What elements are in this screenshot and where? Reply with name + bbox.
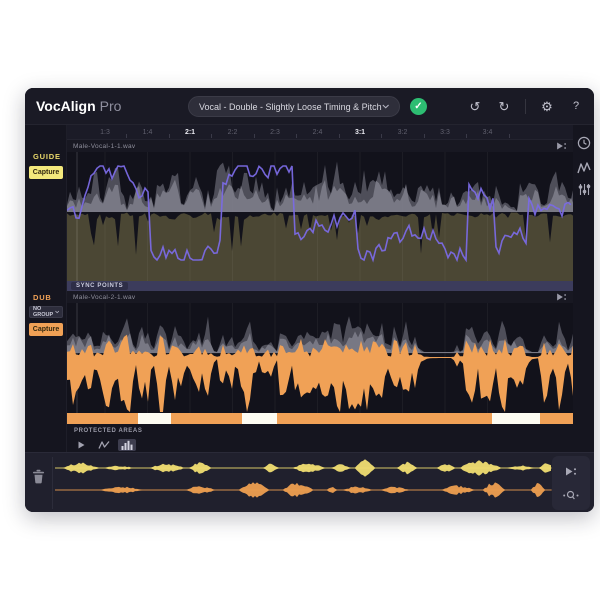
- dub-track-header: Male-Vocal-2-1.wav: [67, 291, 573, 303]
- ruler-tick: 3:2: [391, 129, 415, 136]
- ruler-tick-mark: [381, 134, 382, 138]
- overview-divider: [52, 457, 53, 509]
- guide-track-name: Male-Vocal-1-1.wav: [73, 143, 135, 150]
- warp-view-button[interactable]: [95, 439, 113, 451]
- overview-strip-dub[interactable]: [55, 480, 553, 500]
- preset-valid-check-icon: ✓: [410, 98, 427, 115]
- ruler-tick: 1:4: [136, 129, 160, 136]
- ruler-tick: 3:4: [476, 129, 500, 136]
- overview-strip-guide[interactable]: [55, 458, 553, 478]
- protected-segment[interactable]: [492, 413, 540, 424]
- ruler-tick-mark: [254, 134, 255, 138]
- clock-icon: [577, 136, 591, 150]
- protected-areas-label: PROTECTED AREAS: [74, 428, 142, 434]
- dub-group-value: NO GROUP: [33, 306, 55, 318]
- overview-controls: [552, 456, 590, 510]
- ruler-tick-mark: [126, 134, 127, 138]
- pitch-wave-icon: [577, 162, 591, 174]
- preset-dropdown-value: Vocal - Double - Slightly Loose Timing &…: [199, 102, 382, 112]
- redo-button[interactable]: ↻: [496, 100, 512, 113]
- dub-capture-button[interactable]: Capture: [29, 323, 63, 336]
- protected-areas-bar[interactable]: [67, 413, 573, 424]
- topbar-divider: [525, 99, 526, 114]
- ruler-tick: 3:1: [348, 129, 372, 136]
- help-button[interactable]: ?: [568, 101, 584, 112]
- ruler-tick: 2:3: [263, 129, 287, 136]
- ruler-tick-mark: [509, 134, 510, 138]
- preview-play-button[interactable]: [552, 459, 590, 483]
- app-logo-main: VocAlign: [36, 98, 96, 114]
- ruler-tick-mark: [339, 134, 340, 138]
- ruler-tick-mark: [211, 134, 212, 138]
- protected-segment[interactable]: [138, 413, 171, 424]
- ruler-tick: 3:3: [433, 129, 457, 136]
- guide-capture-button[interactable]: Capture: [29, 166, 63, 179]
- view-toolbar: [67, 438, 573, 452]
- preset-dropdown[interactable]: Vocal - Double - Slightly Loose Timing &…: [188, 96, 400, 117]
- ruler-tick-mark: [424, 134, 425, 138]
- ruler-tick: 2:2: [221, 129, 245, 136]
- magnifier-icon: [563, 490, 579, 501]
- dub-waveform[interactable]: [67, 303, 573, 413]
- zigzag-icon: [98, 440, 110, 450]
- ruler-tick-mark: [296, 134, 297, 138]
- ruler-tick: 2:4: [306, 129, 330, 136]
- bars-icon: [121, 440, 133, 450]
- dub-section-label: DUB: [33, 293, 52, 302]
- sliders-icon: [578, 183, 591, 196]
- play-from-cursor-icon[interactable]: [557, 293, 567, 301]
- timeline-ruler[interactable]: 1:3 1:4 2:1 2:2 2:3 2:4 3:1 3:2 3:3 3:4: [67, 125, 573, 140]
- play-protected-button[interactable]: [72, 439, 90, 451]
- dub-group-dropdown[interactable]: NO GROUP: [29, 306, 63, 318]
- chevron-down-icon: [55, 310, 59, 314]
- ruler-tick-mark: [466, 134, 467, 138]
- vocalign-window: VocAlignPro Vocal - Double - Slightly Lo…: [25, 88, 594, 512]
- play-icon: [78, 441, 85, 449]
- clock-tool-button[interactable]: [576, 135, 592, 151]
- settings-gear-button[interactable]: ⚙: [539, 100, 555, 113]
- app-logo-suffix: Pro: [100, 98, 122, 114]
- ruler-tick: 2:1: [178, 129, 202, 136]
- play-from-cursor-icon: [566, 467, 577, 476]
- play-from-cursor-icon[interactable]: [557, 142, 567, 150]
- ruler-tick: 1:3: [93, 129, 117, 136]
- tweak-tool-button[interactable]: [576, 181, 592, 197]
- overview-panel: [25, 452, 594, 512]
- delete-button[interactable]: [32, 467, 48, 485]
- dub-track-name: Male-Vocal-2-1.wav: [73, 294, 135, 301]
- ruler-tick-mark: [169, 134, 170, 138]
- protected-segment[interactable]: [242, 413, 277, 424]
- sync-points-label: SYNC POINTS: [71, 282, 128, 290]
- guide-track-header: Male-Vocal-1-1.wav: [67, 140, 573, 152]
- sync-points-bar[interactable]: SYNC POINTS: [67, 281, 573, 291]
- app-logo: VocAlignPro: [36, 88, 121, 125]
- guide-waveform[interactable]: [67, 152, 573, 281]
- energy-view-button[interactable]: [118, 439, 136, 451]
- left-sidebar: GUIDE Capture DUB NO GROUP Capture: [25, 125, 67, 452]
- topbar-actions: ↺ ↻ ⚙ ?: [467, 88, 584, 125]
- zoom-fit-button[interactable]: [552, 483, 590, 507]
- pitch-curve-tool-button[interactable]: [576, 160, 592, 176]
- chevron-down-icon: [382, 104, 389, 109]
- guide-section-label: GUIDE: [33, 152, 61, 161]
- trash-icon: [32, 469, 45, 484]
- undo-button[interactable]: ↺: [467, 100, 483, 113]
- right-tool-rail: [573, 125, 594, 452]
- main-area: 1:3 1:4 2:1 2:2 2:3 2:4 3:1 3:2 3:3 3:4 Male-Voca…: [67, 125, 573, 452]
- top-bar: VocAlignPro Vocal - Double - Slightly Lo…: [25, 88, 594, 125]
- protected-areas-row: PROTECTED AREAS: [67, 424, 573, 438]
